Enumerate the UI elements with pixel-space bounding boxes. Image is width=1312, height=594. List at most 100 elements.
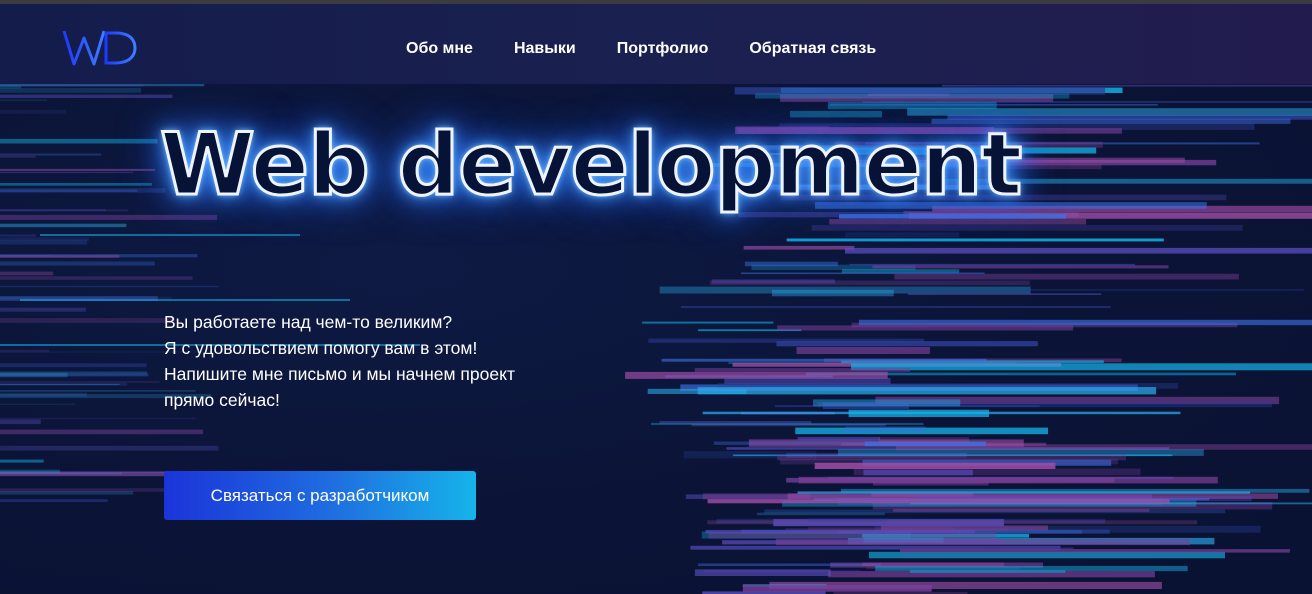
light-streak (697, 387, 1157, 395)
light-streak (0, 223, 127, 228)
light-streak (0, 234, 36, 237)
nav-item-about[interactable]: Обо мне (406, 40, 473, 58)
light-streak (708, 532, 997, 539)
light-streak (0, 285, 219, 288)
light-streak (756, 512, 885, 516)
light-streak (724, 377, 891, 385)
light-streak (878, 437, 969, 444)
light-streak (707, 520, 1198, 525)
light-streak (20, 299, 350, 301)
light-streak (0, 459, 44, 463)
light-streak (0, 307, 86, 312)
light-streak (0, 94, 173, 98)
light-streak (0, 84, 144, 87)
light-streak (0, 138, 158, 144)
light-streak (910, 570, 1066, 573)
contact-developer-button[interactable]: Связаться с разработчиком (164, 471, 476, 520)
light-streak (845, 232, 959, 238)
light-streak (0, 171, 133, 173)
light-streak (698, 563, 881, 566)
light-streak (0, 168, 155, 171)
light-streak (797, 436, 880, 441)
contact-developer-label: Связаться с разработчиком (210, 485, 430, 505)
light-streak (858, 319, 1312, 326)
light-streak (796, 347, 930, 354)
light-streak (0, 85, 22, 89)
nav-item-portfolio[interactable]: Портфолио (617, 40, 709, 58)
light-streak (740, 547, 1074, 550)
nav-item-skills[interactable]: Навыки (514, 40, 576, 58)
site-header: WD Обо мне Навыки Портфолио Обратная свя… (0, 4, 1312, 84)
light-streak (0, 254, 120, 258)
light-streak (849, 263, 1135, 266)
light-streak (0, 372, 68, 378)
light-streak (694, 368, 911, 372)
light-streak (0, 445, 219, 451)
light-streak (0, 472, 176, 477)
light-streak (893, 508, 1150, 512)
light-streak (889, 289, 1304, 291)
light-streak (777, 325, 1074, 331)
tagline-line: Я с удовольствием помогу вам в этом! (164, 338, 478, 358)
light-streak (0, 237, 89, 242)
light-streak (811, 225, 1243, 231)
main-nav: Обо мне Навыки Портфолио Обратная связь (406, 40, 876, 58)
light-streak (900, 549, 1290, 553)
light-streak (848, 409, 989, 417)
light-streak (743, 245, 855, 250)
light-streak (0, 209, 129, 212)
light-streak (0, 155, 36, 158)
light-streak (744, 261, 838, 267)
light-streak (777, 454, 1126, 461)
light-streak (814, 462, 1056, 469)
light-streak (0, 403, 76, 405)
light-streak (786, 477, 1115, 483)
light-streak (894, 273, 1239, 280)
light-streak (0, 261, 155, 266)
light-streak (845, 247, 1312, 254)
tagline-line: прямо сейчас! (164, 390, 280, 410)
light-streak (813, 399, 961, 407)
light-streak (0, 499, 108, 502)
light-streak (0, 296, 172, 300)
light-streak (0, 363, 147, 368)
light-streak (0, 419, 41, 425)
light-streak (0, 183, 152, 186)
light-streak (840, 488, 1310, 493)
light-streak (0, 381, 160, 383)
light-streak (862, 562, 1005, 567)
light-streak (0, 188, 166, 193)
light-streak (0, 488, 181, 492)
wd-logo-icon[interactable]: WD (62, 28, 138, 68)
light-streak (808, 526, 955, 532)
light-streak (709, 280, 1030, 286)
light-streak (0, 417, 196, 420)
light-streak (734, 87, 1106, 95)
light-streak (755, 93, 1070, 99)
light-streak (942, 84, 1312, 87)
light-streak (829, 219, 1087, 225)
light-streak (694, 569, 831, 576)
light-streak (651, 422, 924, 425)
light-streak (742, 584, 932, 592)
light-streak (648, 338, 925, 343)
light-streak (0, 109, 66, 114)
tagline-line: Напишите мне письмо и мы начнем проект (164, 364, 515, 384)
light-streak (0, 382, 128, 386)
light-streak (642, 321, 774, 324)
light-streak (851, 363, 1312, 371)
tagline-line: Вы работаете над чем-то великим? (164, 312, 453, 332)
light-streak (786, 238, 1164, 242)
hero-tagline: Вы работаете над чем-то великим? Я с удо… (164, 309, 515, 413)
light-streak (829, 104, 1158, 106)
landing-page: WD Обо мне Навыки Портфолио Обратная свя… (0, 0, 1312, 594)
light-streak (863, 469, 973, 476)
light-streak (907, 293, 1102, 295)
nav-item-feedback[interactable]: Обратная связь (749, 40, 876, 58)
light-streak (681, 306, 1111, 308)
light-streak (0, 214, 218, 220)
light-streak (40, 234, 300, 236)
light-streak (872, 265, 1169, 269)
light-streak (0, 429, 204, 435)
light-streak (869, 551, 1225, 559)
